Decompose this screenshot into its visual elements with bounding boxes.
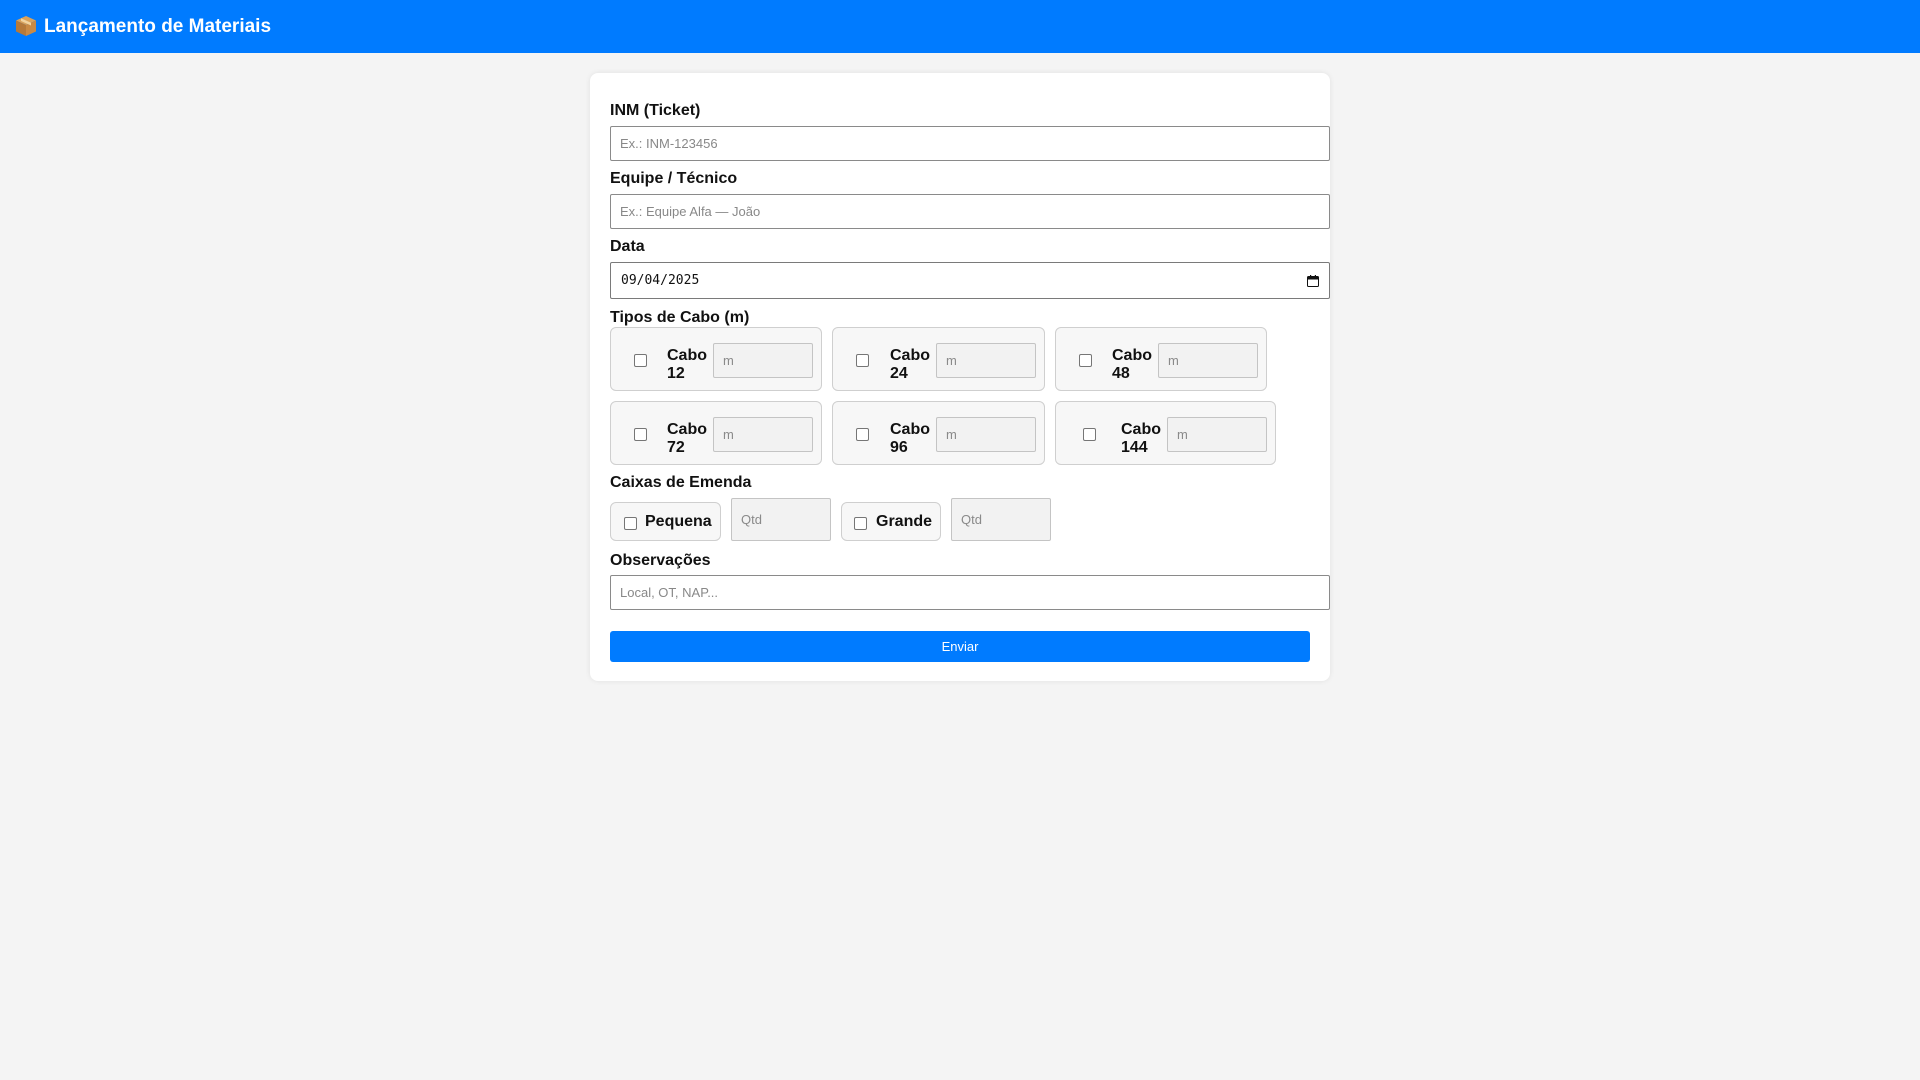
cable-72-meters-input[interactable] bbox=[713, 417, 813, 452]
team-input[interactable] bbox=[610, 194, 1330, 229]
package-icon bbox=[16, 15, 36, 36]
cable-48-label: Cabo 48 bbox=[1112, 347, 1152, 382]
cable-24-label: Cabo 24 bbox=[890, 347, 930, 382]
pequena-checkbox[interactable] bbox=[624, 517, 637, 530]
materials-form: INM (Ticket) Equipe / Técnico Data 09/04… bbox=[590, 73, 1330, 681]
calendar-icon[interactable] bbox=[1307, 274, 1319, 287]
cable-option-12: Cabo 12 bbox=[610, 327, 822, 391]
cable-48-meters-input[interactable] bbox=[1158, 343, 1258, 378]
app-header: Lançamento de Materiais bbox=[0, 0, 1920, 53]
grande-label: Grande bbox=[876, 513, 933, 530]
pequena-qty-input[interactable] bbox=[731, 498, 831, 541]
grande-qty-input[interactable] bbox=[951, 498, 1051, 541]
cable-96-checkbox[interactable] bbox=[856, 428, 869, 441]
box-option-pequena: Pequena bbox=[610, 502, 721, 541]
cable-72-label: Cabo 72 bbox=[667, 421, 707, 456]
cable-12-meters-input[interactable] bbox=[713, 343, 813, 378]
inm-input[interactable] bbox=[610, 126, 1330, 161]
date-input[interactable]: 09/04/2025 bbox=[610, 262, 1330, 299]
cable-option-48: Cabo 48 bbox=[1055, 327, 1267, 391]
cable-96-label: Cabo 96 bbox=[890, 421, 930, 456]
cable-144-label: Cabo 144 bbox=[1121, 421, 1161, 456]
cable-option-144: Cabo 144 bbox=[1055, 401, 1276, 465]
box-option-grande: Grande bbox=[841, 502, 941, 541]
cable-96-meters-input[interactable] bbox=[936, 417, 1036, 452]
submit-button[interactable]: Enviar bbox=[610, 631, 1310, 662]
cable-types-label: Tipos de Cabo (m) bbox=[610, 309, 750, 326]
notes-input[interactable] bbox=[610, 575, 1330, 610]
splice-boxes-label: Caixas de Emenda bbox=[610, 474, 752, 491]
notes-label: Observações bbox=[610, 552, 711, 569]
date-value: 09/04/2025 bbox=[621, 273, 700, 288]
date-label: Data bbox=[610, 238, 645, 255]
cable-12-checkbox[interactable] bbox=[634, 354, 647, 367]
grande-checkbox[interactable] bbox=[854, 517, 867, 530]
cable-option-96: Cabo 96 bbox=[832, 401, 1045, 465]
inm-label: INM (Ticket) bbox=[610, 102, 701, 119]
cable-option-24: Cabo 24 bbox=[832, 327, 1045, 391]
cable-144-checkbox[interactable] bbox=[1083, 428, 1096, 441]
page-title: Lançamento de Materiais bbox=[44, 15, 272, 37]
pequena-label: Pequena bbox=[645, 513, 712, 530]
cable-24-checkbox[interactable] bbox=[856, 354, 869, 367]
cable-24-meters-input[interactable] bbox=[936, 343, 1036, 378]
cable-48-checkbox[interactable] bbox=[1079, 354, 1092, 367]
cable-72-checkbox[interactable] bbox=[634, 428, 647, 441]
cable-12-label: Cabo 12 bbox=[667, 347, 707, 382]
cable-144-meters-input[interactable] bbox=[1167, 417, 1267, 452]
cable-option-72: Cabo 72 bbox=[610, 401, 822, 465]
team-label: Equipe / Técnico bbox=[610, 170, 738, 187]
